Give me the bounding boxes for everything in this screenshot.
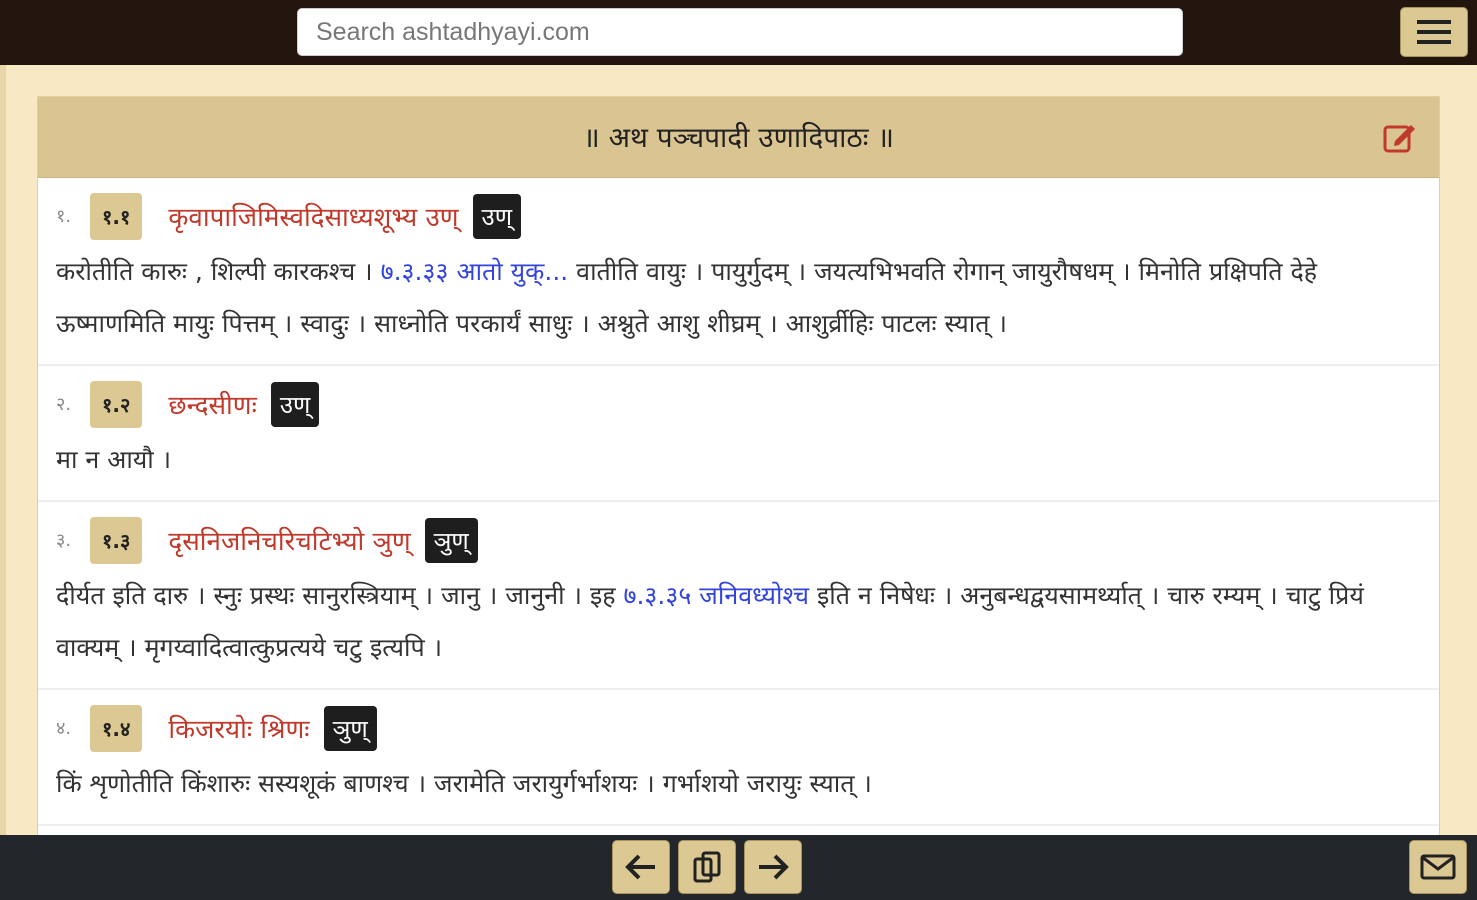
search-input[interactable] [297, 8, 1183, 56]
sutra-id-badge[interactable]: १.३ [90, 517, 142, 564]
bottom-bar [0, 835, 1477, 900]
sutra-id-badge[interactable]: १.१ [90, 193, 142, 240]
next-button[interactable] [744, 840, 802, 894]
sutra-card: ॥ अथ पञ्चपादी उणादिपाठः ॥ १. १.१ कृवापाजिम… [37, 96, 1440, 836]
sutra-id-badge[interactable]: १.२ [90, 381, 142, 428]
commentary-text: मा न आयौ । [56, 445, 171, 474]
pratyaya-tag: उण् [473, 194, 522, 239]
sutra-text[interactable]: छन्दसीणः [168, 386, 256, 422]
menu-button[interactable] [1400, 7, 1468, 57]
sutra-link[interactable]: ७.३.३३ आतो युक्... [381, 257, 569, 286]
sutra-row: ३. १.३ दृसनिजनिचरिचटिभ्यो ञुण् ञुण् दीर्यत इ… [38, 502, 1439, 690]
left-edge [0, 65, 6, 835]
commentary-text: करोतीति कारुः , शिल्पी कारकश्च । [56, 257, 381, 286]
sutra-row: ४. १.४ किजरयोः श्रिणः ञुण् किं शृणोतीति किंश… [38, 690, 1439, 826]
sutra-number: २. [56, 392, 76, 416]
sutra-text[interactable]: कृवापाजिमिस्वदिसाध्यशूभ्य उण् [168, 198, 458, 234]
email-button[interactable] [1409, 840, 1467, 894]
commentary: मा न आयौ । [56, 432, 1427, 486]
sutra-number: ३. [56, 528, 76, 552]
page-title: ॥ अथ पञ्चपादी उणादिपाठः ॥ [583, 118, 894, 156]
commentary: करोतीति कारुः , शिल्पी कारकश्च । ७.३.३३ … [56, 244, 1427, 350]
page-header: ॥ अथ पञ्चपादी उणादिपाठः ॥ [38, 97, 1439, 178]
sutra-text[interactable]: दृसनिजनिचरिचटिभ्यो ञुण् [168, 522, 410, 558]
prev-button[interactable] [612, 840, 670, 894]
sutra-text[interactable]: किजरयोः श्रिणः [168, 710, 309, 746]
sutra-link[interactable]: ७.३.३५ जनिवध्योश्च [623, 581, 809, 610]
sutra-row: १. १.१ कृवापाजिमिस्वदिसाध्यशूभ्य उण् उण् करो… [38, 178, 1439, 366]
pratyaya-tag: उण् [271, 382, 320, 427]
commentary: दीर्यत इति दारु । स्नुः प्रस्थः सानुरस्त… [56, 568, 1427, 674]
arrow-left-icon [625, 853, 657, 881]
sutra-number: ४. [56, 716, 76, 740]
envelope-icon [1420, 854, 1456, 880]
copy-button[interactable] [678, 840, 736, 894]
commentary: किं शृणोतीति किंशारुः सस्यशूकं बाणश्च । … [56, 756, 1427, 810]
pratyaya-tag: ञुण् [324, 706, 377, 751]
top-bar [0, 0, 1477, 65]
copy-icon [692, 850, 722, 884]
hamburger-icon [1417, 18, 1451, 46]
edit-icon[interactable] [1383, 121, 1417, 153]
sutra-id-badge[interactable]: १.४ [90, 705, 142, 752]
sutra-row: २. १.२ छन्दसीणः उण् मा न आयौ । [38, 366, 1439, 502]
commentary-text: किं शृणोतीति किंशारुः सस्यशूकं बाणश्च । … [56, 769, 872, 798]
arrow-right-icon [757, 853, 789, 881]
commentary-text: दीर्यत इति दारु । स्नुः प्रस्थः सानुरस्त… [56, 581, 623, 610]
sutra-number: १. [56, 204, 76, 228]
pratyaya-tag: ञुण् [425, 518, 478, 563]
